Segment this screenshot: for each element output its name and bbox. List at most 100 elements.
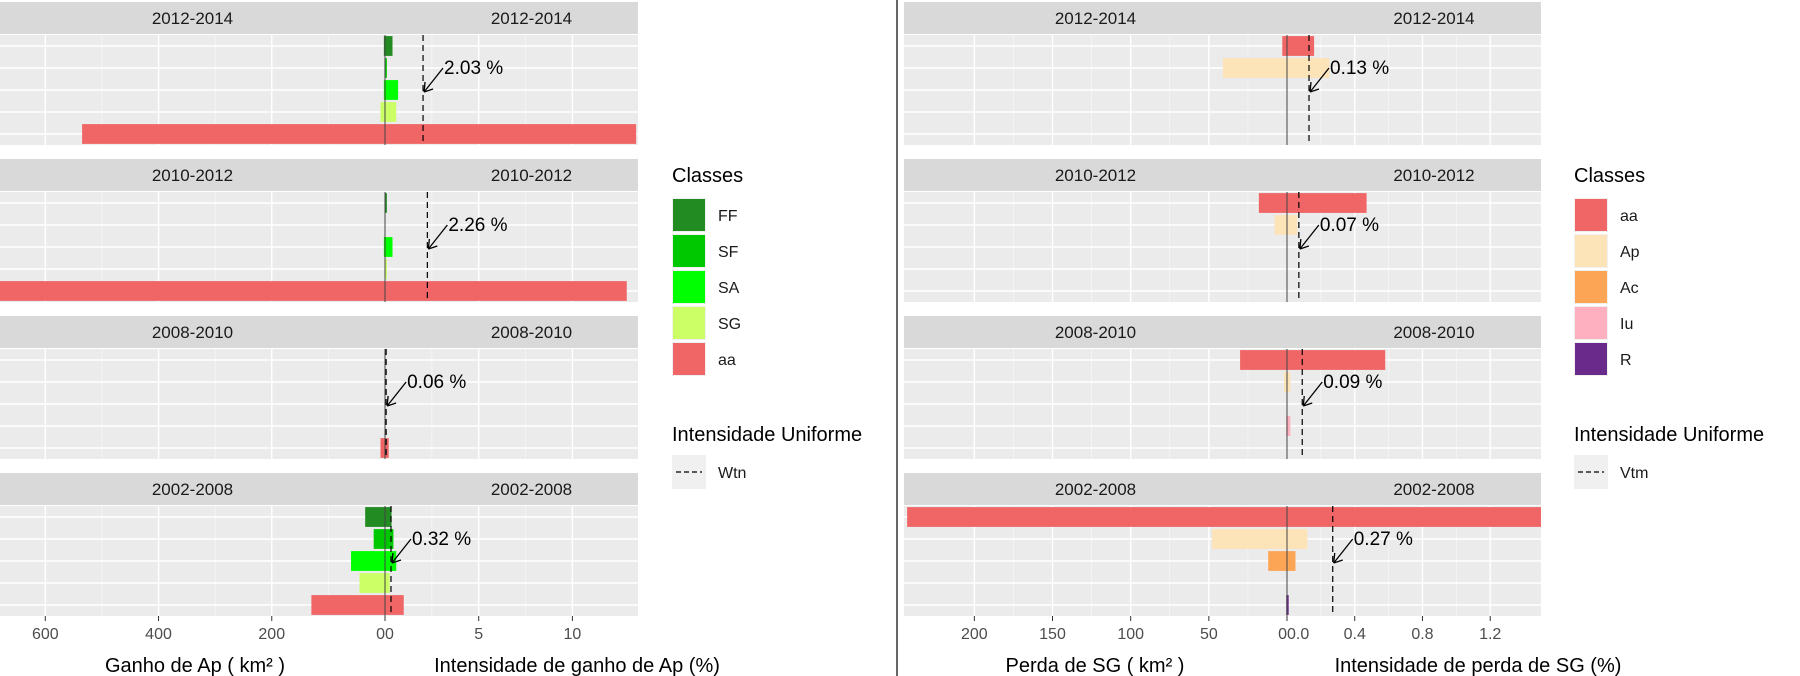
strip-label-left: 2002-2008 [1055,480,1136,499]
bar-area-aa [82,124,386,144]
bar-intensity-Ap [1287,529,1308,549]
tick-label-right: 0 [385,626,394,643]
uniform-intensity-label: 0.13 % [1330,58,1389,79]
chart-figure: 2012-2014 2012-2014 2.03 % 2010-2012 2010-20… [0,0,1800,676]
strip-label-left: 2012-2014 [1055,9,1136,28]
strip-label-left: 2008-2010 [1055,323,1136,342]
tick-label-right: 0.0 [1287,626,1309,643]
panel-2012-2014: 2012-2014 2012-2014 0.13 % [904,2,1541,145]
chart-svg: 2012-2014 2012-20142.03 %2010-2012 2010-20… [0,0,1764,676]
legend-swatch-SF [673,235,705,267]
strip-label-left: 2010-2012 [1055,166,1136,185]
bar-area-aa [380,438,385,458]
uniform-intensity-label: 0.07 % [1320,215,1379,236]
tick-label-right: 0.8 [1411,626,1433,643]
uniform-intensity-label: 0.27 % [1354,529,1413,550]
figure-2: 2012-2014 2012-20140.13 %2010-2012 2010-20… [904,2,1764,676]
bar-area-aa [1258,193,1287,213]
panel-2012-2014: 2012-2014 2012-2014 2.03 % [0,2,638,145]
uniform-intensity-label: 0.06 % [407,372,466,393]
bar-intensity-aa [1287,507,1541,527]
legend-swatch-Ap [1575,235,1607,267]
bar-intensity-SA [385,237,393,257]
tick-label-right: 1.2 [1479,626,1501,643]
bar-area-Ap [1274,215,1287,235]
legend-swatch-SA [673,271,705,303]
legend-line-title: Intensidade Uniforme [672,424,862,446]
bar-intensity-aa [385,281,627,301]
strip-label-right: 2010-2012 [491,166,572,185]
tick-label-left: 200 [961,626,988,643]
legend-label-aa: aa [1620,208,1638,225]
strip-label-right: 2012-2014 [1393,9,1474,28]
bar-intensity-SG [385,102,397,122]
legend-label-aa: aa [718,352,736,369]
uniform-intensity-label: 2.03 % [444,58,503,79]
bar-intensity-Iu [1287,416,1291,436]
legend-swatch-aa [673,343,705,375]
bar-area-Ap [1222,58,1287,78]
axis-title-left: Perda de SG ( km² ) [1006,655,1185,676]
legend-swatch-Ac [1575,271,1607,303]
uniform-intensity-label: 0.32 % [412,529,471,550]
strip-label-left: 2002-2008 [152,480,233,499]
bar-area-FF [365,507,385,527]
bar-area-SG [359,573,385,593]
legend: Classes FF SF SA SG aa Intensidade Uniforme Wtn [672,165,862,489]
tick-label-left: 600 [32,626,59,643]
strip-label-left: 2010-2012 [152,166,233,185]
strip-label-right: 2010-2012 [1393,166,1474,185]
bar-intensity-Ap [1287,372,1291,392]
tick-label-right: 0.4 [1344,626,1366,643]
panel-2010-2012: 2010-2012 2010-2012 0.07 % [904,159,1541,302]
axis-title-right: Intensidade de perda de SG (%) [1335,655,1622,676]
panel-2008-2010: 2008-2010 2008-2010 0.06 % [0,316,638,459]
legend-line-label: Wtn [718,465,746,482]
legend-label-SG: SG [718,316,741,333]
bar-area-SF [373,529,385,549]
bar-area-SG [380,102,385,122]
legend-swatch-SG [673,307,705,339]
legend-swatch-aa [1575,199,1607,231]
legend: Classes aa Ap Ac Iu R Intensidade Uniforme Vtm [1574,165,1764,489]
legend-label-SF: SF [718,244,739,261]
bar-area-Ap [1211,529,1287,549]
legend-line-label: Vtm [1620,465,1648,482]
bar-intensity-Ac [1287,551,1296,571]
tick-label-right: 5 [474,626,483,643]
bar-area-aa [1282,36,1287,56]
bar-intensity-SA [385,80,399,100]
bar-intensity-aa [1287,36,1315,56]
legend-label-FF: FF [718,208,738,225]
bar-area-aa [1240,350,1287,370]
strip-label-right: 2012-2014 [491,9,572,28]
panel-2010-2012: 2010-2012 2010-2012 2.26 % [0,159,638,302]
legend-title: Classes [672,165,743,187]
legend-label-R: R [1620,352,1632,369]
bar-area-aa [907,507,1287,527]
panel-2002-2008: 2002-2008 2002-2008 0.27 % [904,473,1541,616]
legend-swatch-R [1575,343,1607,375]
bar-intensity-aa [385,595,404,615]
bar-area-Ac [1268,551,1287,571]
legend-label-Ac: Ac [1620,280,1639,297]
tick-label-left: 400 [145,626,172,643]
tick-label-left: 150 [1039,626,1066,643]
tick-label-left: 0 [1278,626,1287,643]
tick-label-left: 100 [1117,626,1144,643]
strip-label-right: 2002-2008 [1393,480,1474,499]
strip-label-right: 2002-2008 [491,480,572,499]
legend-title: Classes [1574,165,1645,187]
legend-swatch-FF [673,199,705,231]
strip-label-left: 2012-2014 [152,9,233,28]
strip-label-right: 2008-2010 [1393,323,1474,342]
axis-title-right: Intensidade de ganho de Ap (%) [434,655,720,676]
legend-label-Iu: Iu [1620,316,1633,333]
uniform-intensity-label: 2.26 % [448,215,507,236]
panel-2002-2008: 2002-2008 2002-2008 0.32 % [0,473,638,616]
legend-swatch-Iu [1575,307,1607,339]
strip-label-right: 2008-2010 [491,323,572,342]
tick-label-left: 0 [376,626,385,643]
bar-intensity-FF [385,36,393,56]
bar-area-SA [351,551,385,571]
